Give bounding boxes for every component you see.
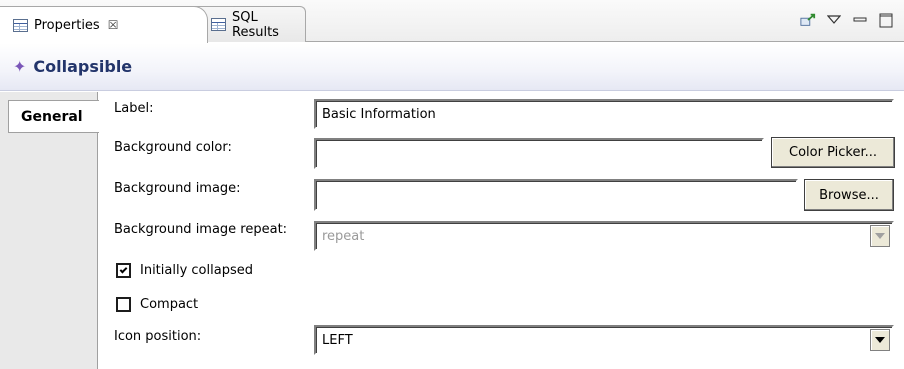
background-image-input[interactable] xyxy=(314,179,798,211)
pin-icon[interactable] xyxy=(800,12,816,28)
tab-general[interactable]: General xyxy=(8,100,99,133)
page-title: Collapsible xyxy=(33,57,133,76)
tab-properties[interactable]: Properties ☒ xyxy=(0,6,208,43)
close-icon[interactable]: ☒ xyxy=(108,18,119,32)
select-value: LEFT xyxy=(322,332,353,348)
background-color-label: Background color: xyxy=(114,140,232,155)
table-icon xyxy=(211,18,226,31)
background-image-repeat-label: Background image repeat: xyxy=(114,222,288,237)
initially-collapsed-checkbox[interactable] xyxy=(116,263,131,278)
background-image-label: Background image: xyxy=(114,181,241,196)
minimize-icon[interactable] xyxy=(852,12,868,28)
initially-collapsed-label[interactable]: Initially collapsed xyxy=(140,263,253,278)
icon-position-select[interactable]: LEFT xyxy=(314,325,894,355)
icon-position-label: Icon position: xyxy=(114,329,202,344)
view-tab-strip: SQL Results Properties ☒ xyxy=(0,0,904,43)
property-tab-list: General xyxy=(0,92,99,369)
checkmark-icon xyxy=(119,265,128,273)
chevron-down-icon[interactable] xyxy=(870,329,890,351)
tab-label: SQL Results xyxy=(232,9,279,40)
background-image-repeat-select: repeat xyxy=(314,221,894,251)
tab-label: Properties xyxy=(34,17,100,33)
label-field-label: Label: xyxy=(114,101,154,116)
collapsible-icon: ✦ xyxy=(13,57,27,76)
compact-checkbox[interactable] xyxy=(116,297,131,312)
chevron-down-icon xyxy=(870,225,890,247)
section-title-bar: ✦ Collapsible xyxy=(0,43,904,91)
compact-label[interactable]: Compact xyxy=(140,297,198,312)
view-menu-icon[interactable] xyxy=(826,12,842,28)
view-toolbar xyxy=(800,7,894,33)
color-picker-button[interactable]: Color Picker... xyxy=(771,137,895,168)
properties-form: Label: Basic Information Background colo… xyxy=(98,92,904,369)
table-icon xyxy=(13,18,28,32)
maximize-icon[interactable] xyxy=(878,12,894,28)
label-input[interactable]: Basic Information xyxy=(314,99,894,129)
browse-button[interactable]: Browse... xyxy=(804,179,894,211)
background-color-input[interactable] xyxy=(314,138,764,169)
select-value: repeat xyxy=(322,228,365,244)
